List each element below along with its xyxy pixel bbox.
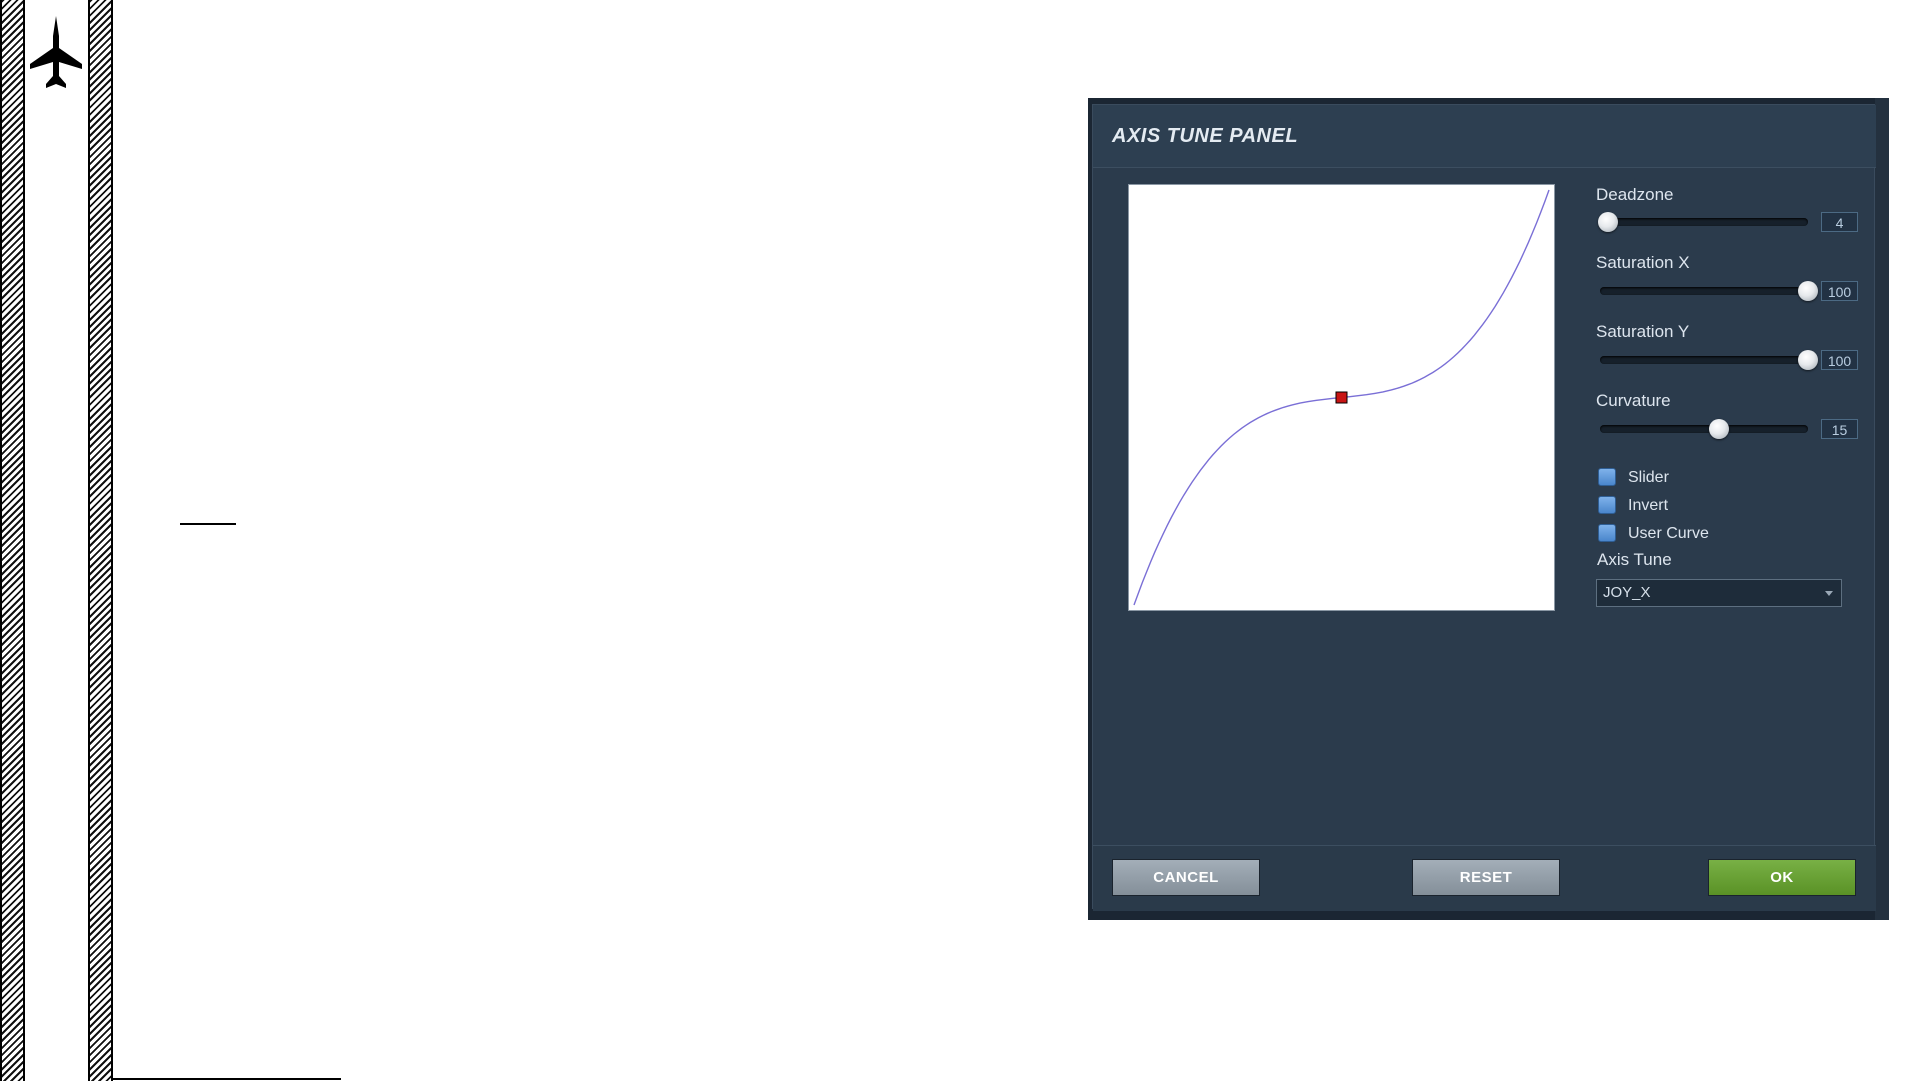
user-curve-checkbox-label: User Curve [1628,525,1709,542]
saturation-x-slider-track[interactable] [1600,287,1808,295]
axis-tune-selected-value: JOY_X [1603,584,1651,601]
saturation-x-label: Saturation X [1596,253,1690,272]
deadzone-label: Deadzone [1596,185,1674,204]
saturation-x-slider-knob[interactable] [1798,281,1818,301]
curvature-value[interactable]: 15 [1821,419,1858,439]
reset-button[interactable]: RESET [1412,859,1560,896]
slider-checkbox-label: Slider [1628,469,1669,486]
deadzone-slider-track[interactable] [1600,218,1808,226]
dialog-header: AXIS TUNE PANEL [1093,105,1876,168]
deadzone-value[interactable]: 4 [1821,212,1858,232]
response-curve-plot [1128,184,1555,611]
saturation-x-value[interactable]: 100 [1821,281,1858,301]
curve-canvas [1133,189,1550,606]
axis-tune-dialog: AXIS TUNE PANEL Deadzone 4 Saturation X … [1088,98,1889,920]
cancel-button[interactable]: CANCEL [1112,859,1260,896]
jet-icon [30,16,82,88]
curvature-slider-track[interactable] [1600,425,1808,433]
dialog-title: AXIS TUNE PANEL [1112,125,1299,147]
bottom-rule [113,1078,341,1080]
screen: AXIS TUNE PANEL Deadzone 4 Saturation X … [0,0,1921,1081]
slider-checkbox[interactable] [1598,468,1616,486]
deadzone-slider-knob[interactable] [1598,212,1619,232]
background-panel-edge [1875,98,1889,920]
invert-checkbox-label: Invert [1628,497,1669,514]
saturation-y-value[interactable]: 100 [1821,350,1858,370]
hatched-border-left [0,0,25,1081]
horizontal-rule [180,523,236,525]
axis-tune-label: Axis Tune [1597,550,1672,569]
axis-tune-select[interactable]: JOY_X [1596,579,1842,607]
invert-checkbox[interactable] [1598,496,1616,514]
saturation-y-label: Saturation Y [1596,322,1690,341]
saturation-y-slider-knob[interactable] [1798,350,1818,370]
dialog-body: AXIS TUNE PANEL Deadzone 4 Saturation X … [1092,104,1876,911]
curvature-slider-knob[interactable] [1708,419,1729,439]
ok-button[interactable]: OK [1708,859,1856,896]
user-curve-checkbox[interactable] [1598,524,1616,542]
chevron-down-icon[interactable] [1825,591,1833,596]
dialog-footer: CANCEL RESET OK [1093,845,1876,911]
center-point-marker[interactable] [1335,391,1348,404]
curvature-label: Curvature [1596,391,1671,410]
hatched-border-right [88,0,113,1081]
saturation-y-slider-track[interactable] [1600,356,1808,364]
